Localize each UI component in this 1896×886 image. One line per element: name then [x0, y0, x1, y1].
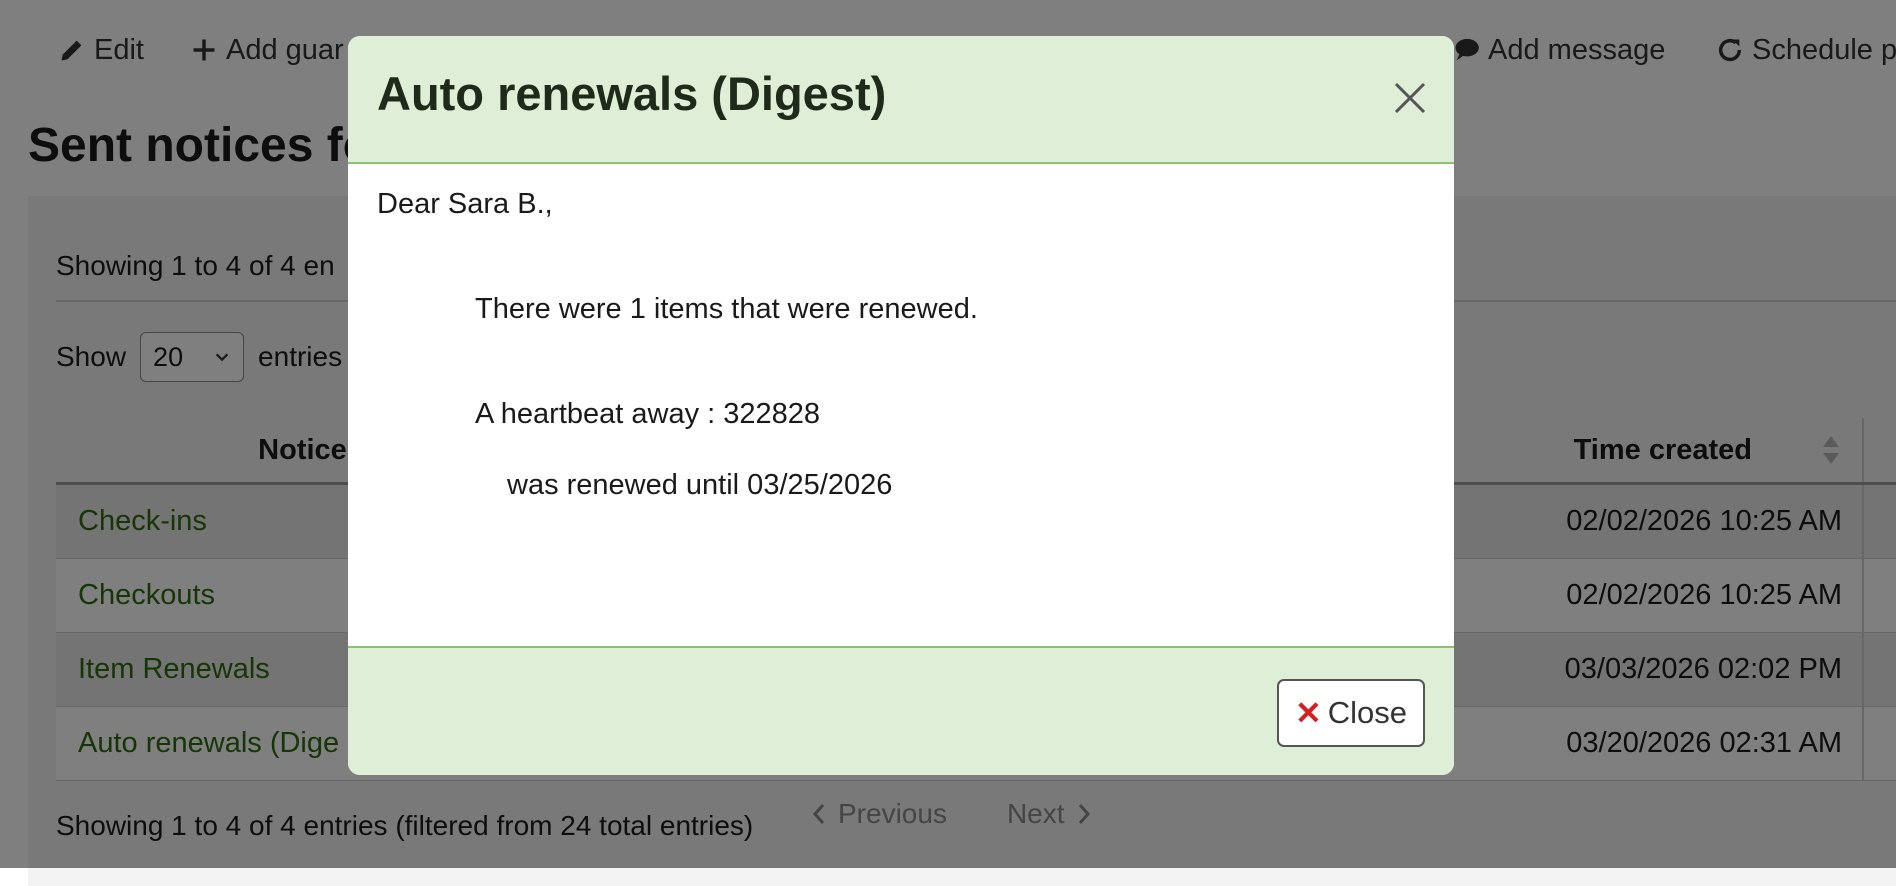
- notice-item: A heartbeat away : 322828: [475, 398, 821, 430]
- notice-renewed: was renewed until 03/25/2026: [507, 469, 893, 501]
- notice-modal: Auto renewals (Digest) Dear Sara B., The…: [348, 36, 1454, 775]
- modal-header: Auto renewals (Digest): [348, 36, 1454, 164]
- modal-body: Dear Sara B., There were 1 items that we…: [348, 164, 1454, 682]
- notice-summary: There were 1 items that were renewed.: [475, 293, 978, 325]
- close-icon[interactable]: [1392, 80, 1428, 116]
- modal-title: Auto renewals (Digest): [377, 67, 887, 120]
- modal-footer: ✕ Close: [348, 646, 1454, 775]
- close-x-icon: ✕: [1294, 695, 1322, 731]
- close-label: Close: [1327, 695, 1408, 730]
- close-button[interactable]: ✕ Close: [1277, 679, 1425, 747]
- notice-greeting: Dear Sara B.,: [377, 188, 553, 220]
